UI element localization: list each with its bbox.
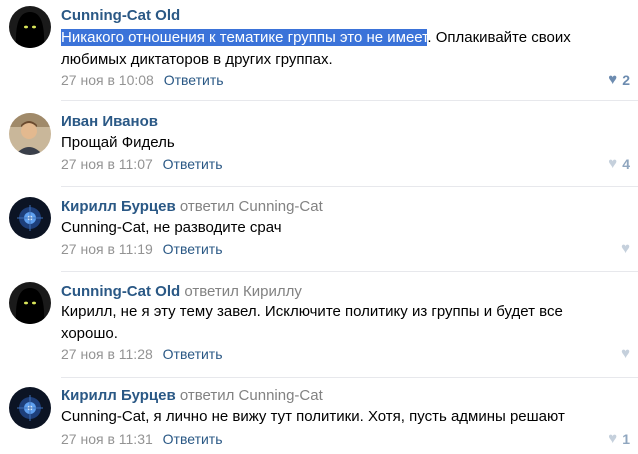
- like-button[interactable]: ♥: [621, 345, 630, 362]
- comment-meta: 27 ноя в 11:28 Ответить: [61, 346, 223, 362]
- replied-label: ответил: [179, 387, 235, 404]
- divider: [61, 271, 638, 272]
- like-count: 1: [622, 430, 630, 447]
- like-button[interactable]: ♥ 4: [608, 155, 630, 172]
- reply-button[interactable]: Ответить: [163, 156, 223, 172]
- reply-target[interactable]: Кириллу: [243, 283, 302, 300]
- heart-icon: ♥: [621, 345, 630, 362]
- comment-meta: 27 ноя в 11:07 Ответить: [61, 156, 223, 172]
- heart-icon: ♥: [621, 240, 630, 257]
- divider: [61, 100, 638, 101]
- comment-date[interactable]: 27 ноя в 11:19: [61, 241, 153, 257]
- divider: [61, 186, 638, 187]
- replied-label: ответил: [184, 283, 239, 300]
- comment-author[interactable]: Кирилл Бурцев ответил Cunning-Cat: [61, 387, 323, 404]
- like-count: 4: [622, 155, 630, 172]
- reply-button[interactable]: Ответить: [163, 346, 223, 362]
- reply-target[interactable]: Cunning-Cat: [239, 387, 323, 404]
- comment-text: Cunning-Cat, не разводите срач: [61, 219, 282, 236]
- heart-icon: ♥: [608, 430, 618, 447]
- comment-author[interactable]: Cunning-Cat Old ответил Кириллу: [61, 283, 302, 300]
- comment-meta: 27 ноя в 11:31 Ответить: [61, 431, 223, 447]
- avatar[interactable]: [9, 197, 51, 239]
- avatar[interactable]: [9, 387, 51, 429]
- replied-label: ответил: [179, 198, 235, 215]
- comment-text: Никакого отношения к тематике группы это…: [61, 29, 571, 68]
- comment-text: Cunning-Cat, я лично не вижу тут политик…: [61, 408, 565, 425]
- like-button[interactable]: ♥ 1: [608, 430, 630, 447]
- reply-button[interactable]: Ответить: [163, 431, 223, 447]
- comment-author[interactable]: Кирилл Бурцев ответил Cunning-Cat: [61, 198, 323, 215]
- comment-text: Прощай Фидель: [61, 134, 175, 151]
- avatar[interactable]: [9, 6, 51, 48]
- avatar[interactable]: [9, 113, 51, 155]
- heart-icon: ♥: [608, 155, 618, 172]
- comment-date[interactable]: 27 ноя в 11:07: [61, 156, 153, 172]
- divider: [61, 377, 638, 378]
- like-button[interactable]: ♥ 2: [608, 71, 630, 88]
- like-count: 2: [622, 71, 630, 88]
- reply-target[interactable]: Cunning-Cat: [239, 198, 323, 215]
- like-button[interactable]: ♥: [621, 240, 630, 257]
- reply-button[interactable]: Ответить: [164, 72, 224, 88]
- selected-text: Никакого отношения к тематике группы это…: [61, 29, 428, 46]
- comment-date[interactable]: 27 ноя в 11:31: [61, 431, 153, 447]
- reply-button[interactable]: Ответить: [163, 241, 223, 257]
- comment-text: Кирилл, не я эту тему завел. Исключите п…: [61, 303, 563, 342]
- comment-date[interactable]: 27 ноя в 11:28: [61, 346, 153, 362]
- comment-date[interactable]: 27 ноя в 10:08: [61, 72, 154, 88]
- comment-meta: 27 ноя в 10:08 Ответить: [61, 72, 224, 88]
- heart-icon: ♥: [608, 71, 618, 88]
- comment-meta: 27 ноя в 11:19 Ответить: [61, 241, 223, 257]
- comment-author[interactable]: Иван Иванов: [61, 113, 158, 130]
- comment-author[interactable]: Cunning-Cat Old: [61, 7, 180, 24]
- avatar[interactable]: [9, 282, 51, 324]
